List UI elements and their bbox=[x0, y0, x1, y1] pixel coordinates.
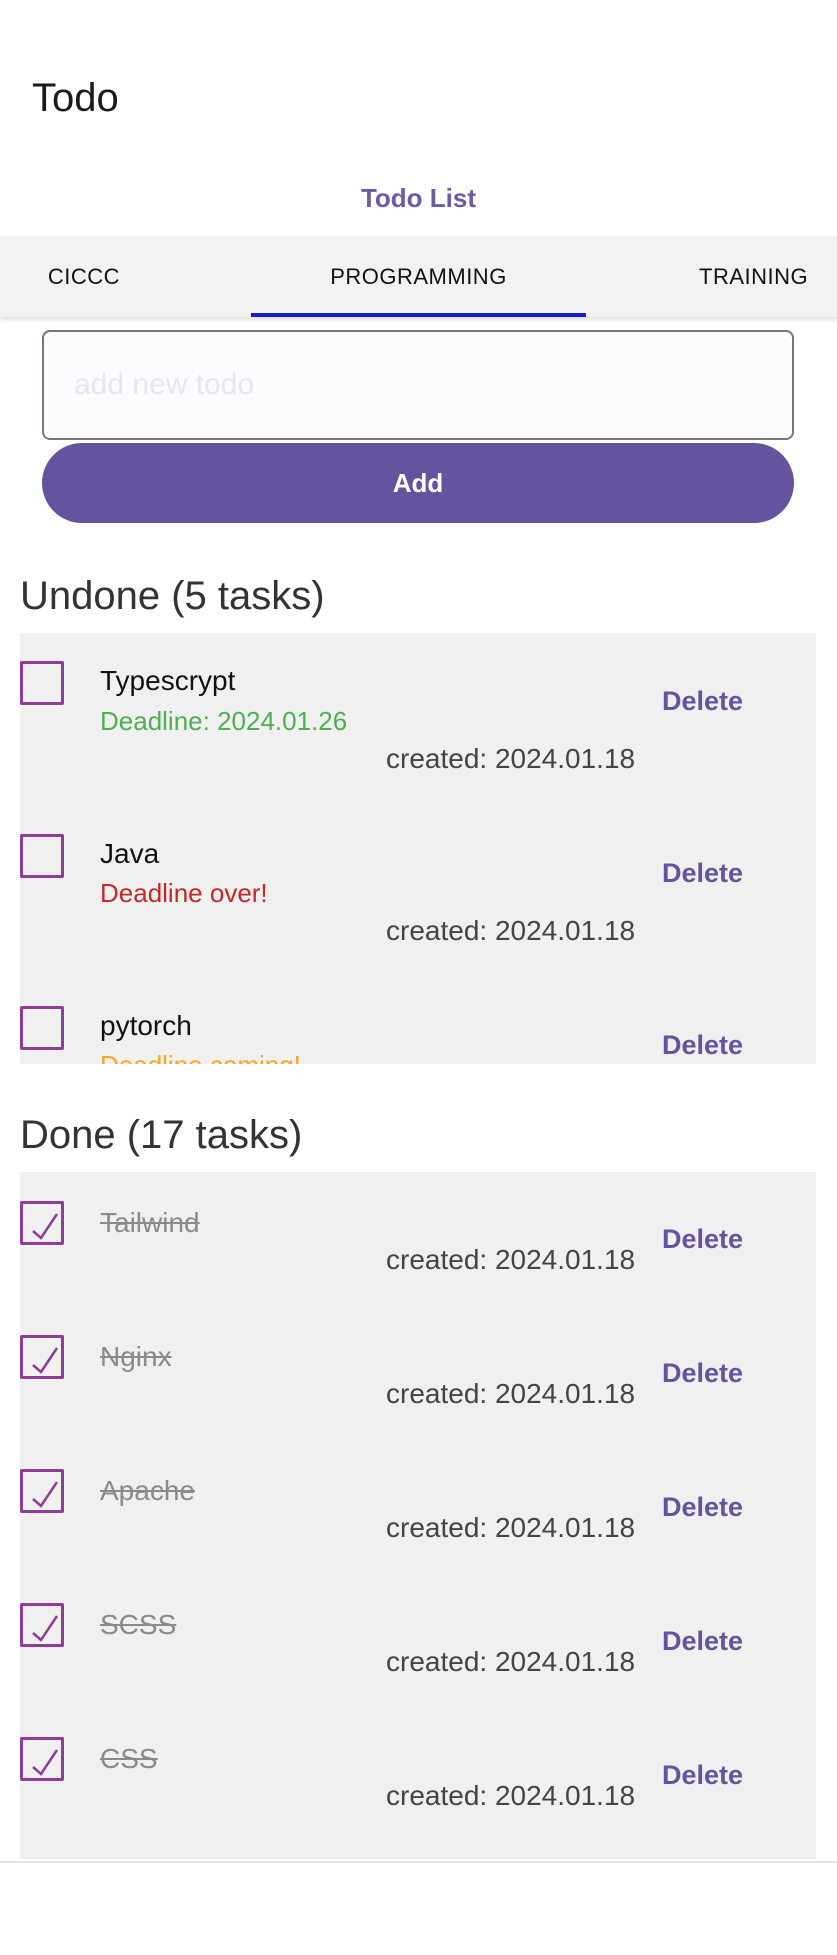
delete-button[interactable]: Delete bbox=[662, 1492, 743, 1523]
add-button-label: Add bbox=[392, 467, 444, 498]
todo-checkbox[interactable] bbox=[20, 661, 64, 705]
active-tab-indicator bbox=[251, 313, 586, 317]
app-title: Todo bbox=[32, 76, 119, 120]
list-item: Nginx created: 2024.01.18 Delete bbox=[20, 1306, 816, 1440]
todo-checkbox[interactable] bbox=[20, 1469, 64, 1513]
todo-checkbox[interactable] bbox=[20, 834, 64, 878]
list-item: CSS created: 2024.01.18 Delete bbox=[20, 1708, 816, 1842]
todo-title: Tailwind bbox=[100, 1207, 200, 1238]
todo-deadline: Deadline over! bbox=[100, 878, 268, 908]
check-icon bbox=[32, 1615, 59, 1642]
check-icon bbox=[32, 1213, 59, 1240]
new-todo-input[interactable] bbox=[42, 330, 794, 440]
tab-ciccc[interactable]: CICCC bbox=[0, 237, 168, 317]
add-button[interactable]: Add bbox=[42, 443, 794, 523]
todo-created-date: created: 2024.01.18 bbox=[386, 1244, 636, 1275]
delete-button[interactable]: Delete bbox=[662, 1030, 743, 1061]
todo-created-date: created: 2024.01.18 bbox=[386, 1646, 636, 1677]
todo-app: Todo Todo List CICCC PROGRAMMING TRAININ… bbox=[0, 0, 837, 1955]
todo-title: CSS bbox=[100, 1743, 158, 1774]
check-icon bbox=[32, 1347, 59, 1374]
delete-button[interactable]: Delete bbox=[662, 1224, 743, 1255]
todo-created-date: created: 2024.01.18 bbox=[386, 743, 636, 774]
todo-created-date: created: 2024.01.18 bbox=[386, 915, 636, 946]
todo-deadline: Deadline coming! bbox=[100, 1050, 301, 1064]
delete-button[interactable]: Delete bbox=[662, 686, 743, 717]
app-bar: Todo bbox=[0, 0, 837, 160]
list-item: Java Deadline over! created: 2024.01.18 … bbox=[20, 805, 816, 977]
bottom-divider bbox=[0, 1861, 837, 1863]
list-item: Apache created: 2024.01.18 Delete bbox=[20, 1440, 816, 1574]
todo-title: Nginx bbox=[100, 1341, 172, 1372]
tab-programming[interactable]: PROGRAMMING bbox=[235, 237, 602, 317]
delete-button[interactable]: Delete bbox=[662, 1760, 743, 1791]
delete-button[interactable]: Delete bbox=[662, 1358, 743, 1389]
tab-label: CICCC bbox=[47, 264, 121, 289]
list-item: pytorch Deadline coming! Delete bbox=[20, 977, 816, 1064]
list-item: Tailwind created: 2024.01.18 Delete bbox=[20, 1172, 816, 1306]
page-title: Todo List bbox=[360, 182, 477, 213]
todo-checkbox[interactable] bbox=[20, 1201, 64, 1245]
todo-title: Typescrypt bbox=[100, 665, 236, 696]
page-header: Todo List bbox=[0, 160, 837, 236]
todo-deadline: Deadline: 2024.01.26 bbox=[100, 706, 348, 736]
todo-created-date: created: 2024.01.18 bbox=[386, 1780, 636, 1811]
category-tabs: CICCC PROGRAMMING TRAINING bbox=[0, 237, 837, 317]
todo-checkbox[interactable] bbox=[20, 1006, 64, 1050]
tab-training[interactable]: TRAINING bbox=[665, 237, 837, 317]
todo-title: Apache bbox=[100, 1475, 195, 1506]
undone-list[interactable]: Typescrypt Deadline: 2024.01.26 created:… bbox=[20, 633, 816, 1064]
delete-button[interactable]: Delete bbox=[662, 1626, 743, 1657]
done-list[interactable]: Tailwind created: 2024.01.18 Delete Ngin… bbox=[20, 1172, 816, 1859]
tab-label: PROGRAMMING bbox=[330, 264, 507, 289]
todo-title: pytorch bbox=[100, 1010, 192, 1041]
todo-checkbox[interactable] bbox=[20, 1603, 64, 1647]
delete-button[interactable]: Delete bbox=[662, 858, 743, 889]
list-item: Typescrypt Deadline: 2024.01.26 created:… bbox=[20, 633, 816, 805]
todo-title: SCSS bbox=[100, 1609, 177, 1640]
done-section-title: Done (17 tasks) bbox=[20, 1113, 303, 1157]
check-icon bbox=[32, 1749, 59, 1776]
list-item: SCSS created: 2024.01.18 Delete bbox=[20, 1574, 816, 1708]
todo-title: Java bbox=[100, 838, 160, 869]
todo-created-date: created: 2024.01.18 bbox=[386, 1512, 636, 1543]
check-icon bbox=[32, 1481, 59, 1508]
undone-section-title: Undone (5 tasks) bbox=[20, 574, 325, 618]
todo-checkbox[interactable] bbox=[20, 1335, 64, 1379]
tab-label: TRAINING bbox=[699, 264, 809, 289]
todo-checkbox[interactable] bbox=[20, 1737, 64, 1781]
todo-created-date: created: 2024.01.18 bbox=[386, 1378, 636, 1409]
